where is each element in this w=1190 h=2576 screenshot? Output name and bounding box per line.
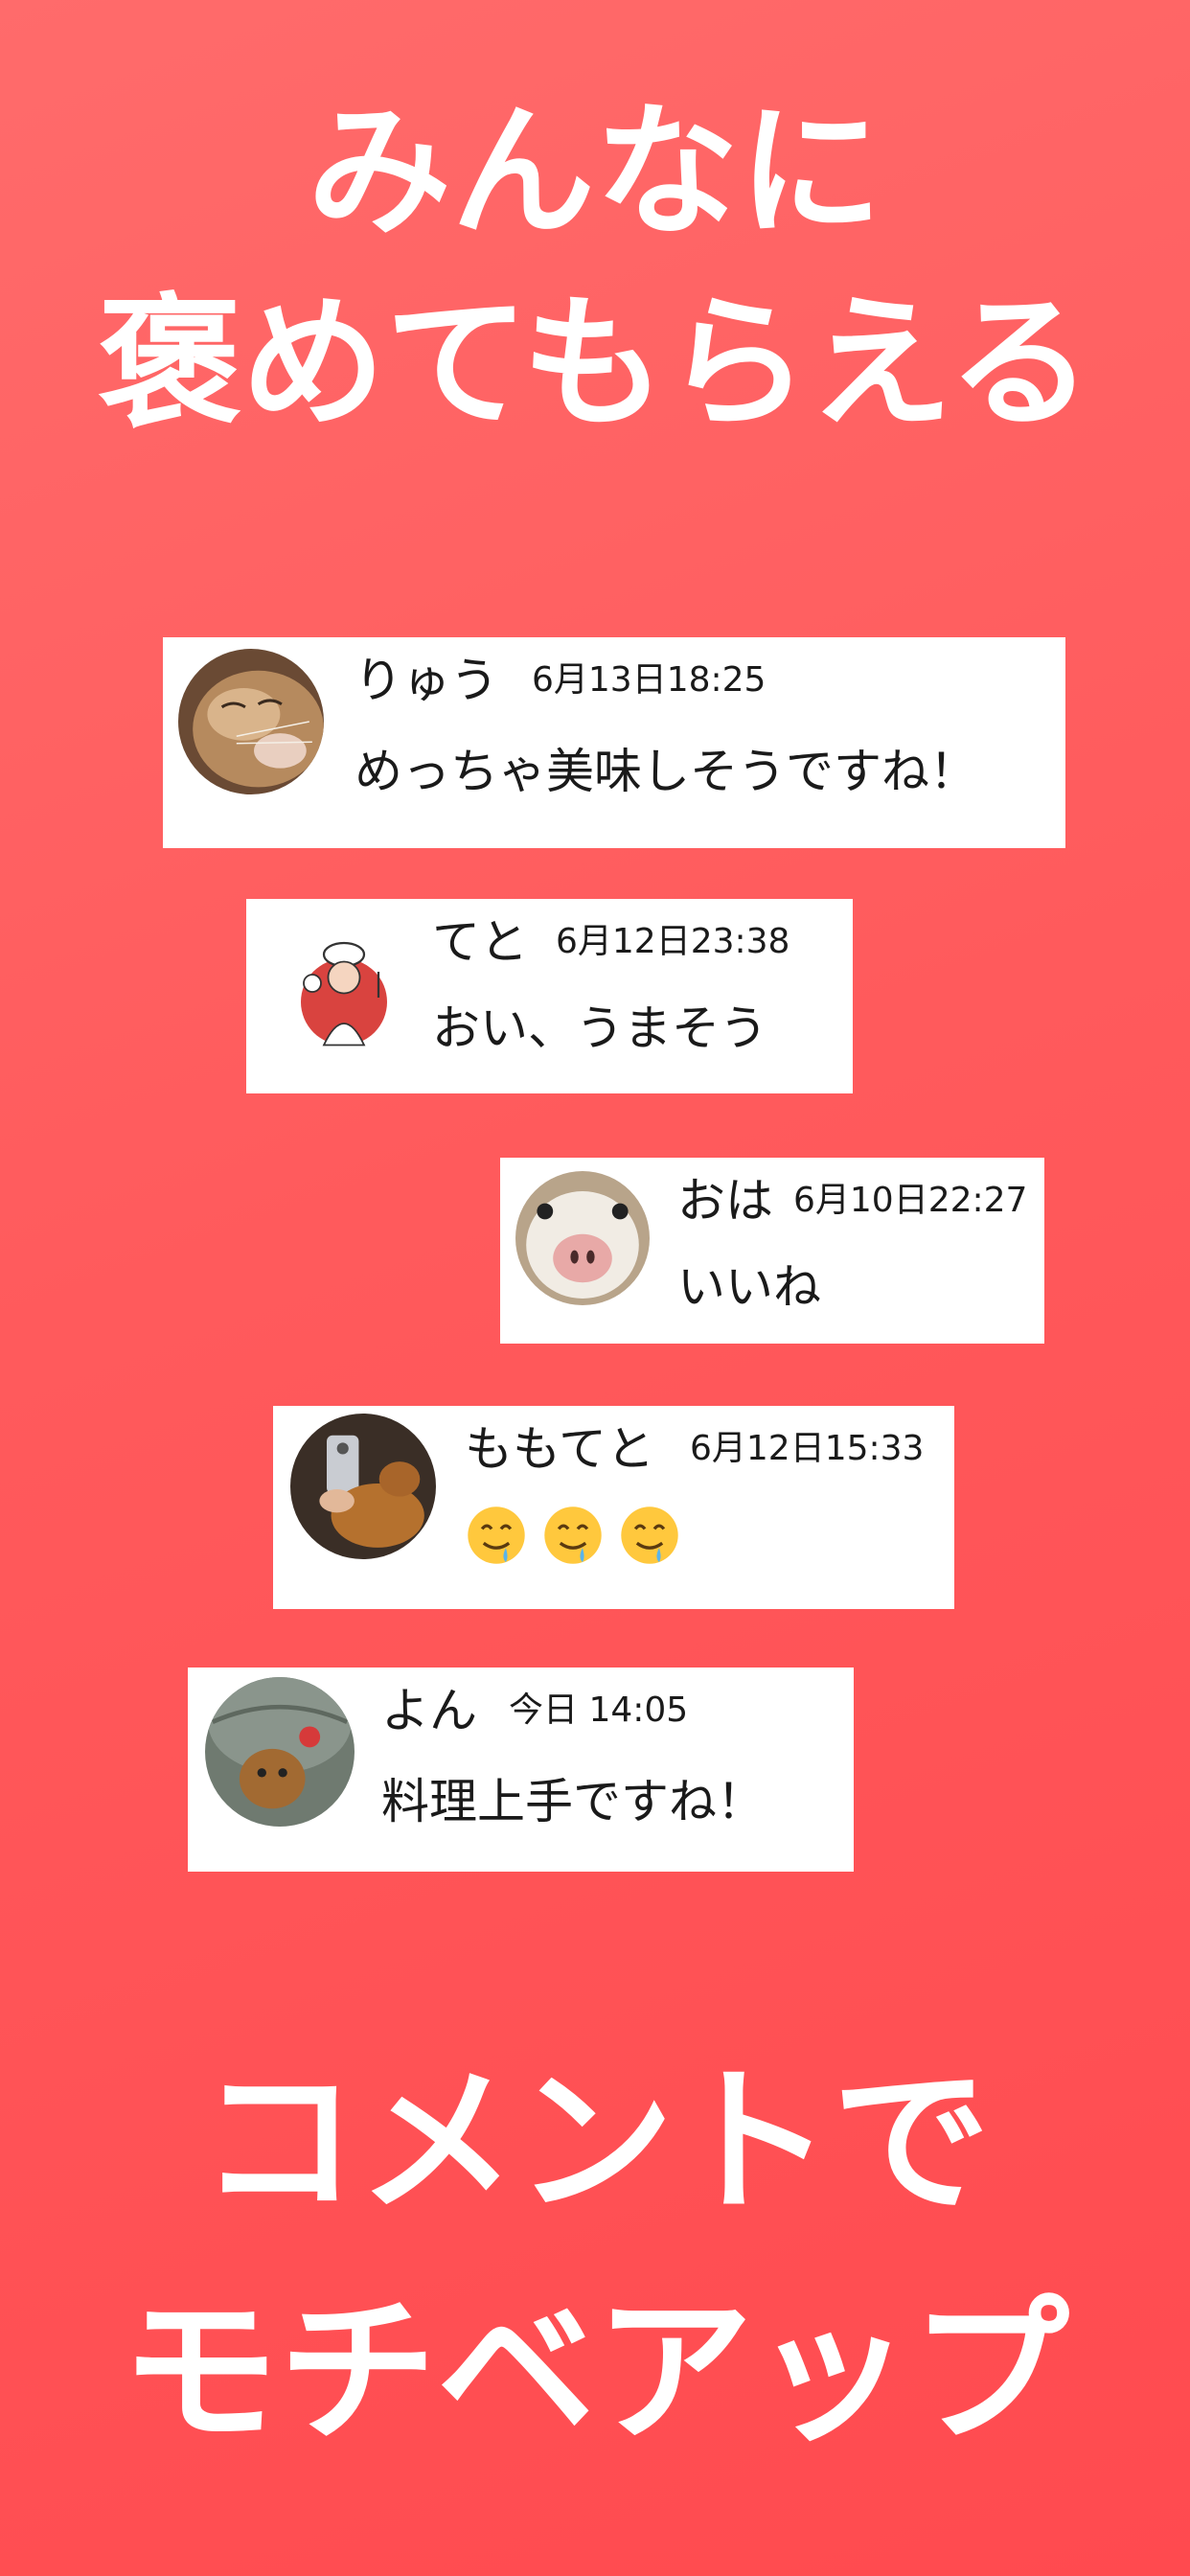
cat-in-hat-avatar[interactable] [205,1677,355,1827]
headline-bottom-line2: モチベアップ [121,2280,1069,2464]
cat-closeup-avatar[interactable] [178,649,324,794]
commenter-name: ももてと [465,1421,654,1477]
comment-text: 料理上手ですね！ [381,1774,765,1829]
comment-text: おい、うまそう [432,1000,767,1056]
headline-bottom-line1: コメントで [199,2050,991,2234]
comment-timestamp: 6月12日15:33 [690,1429,925,1468]
commenter-name: りゅう [355,653,498,708]
comment-timestamp: 6月10日22:27 [793,1181,1028,1220]
comment-text: めっちゃ美味しそうですね！ [355,744,977,799]
commenter-name: よん [381,1683,477,1738]
comment-card-2: てと 6月12日23:38 おい、うまそう [246,899,853,1093]
drooling-face-icon [544,1506,602,1564]
emoji-reaction-row [465,1504,681,1567]
drooling-face-icon [621,1506,678,1564]
headline-top-line2: 褒めてもらえる [97,281,1092,448]
comment-card-1: りゅう 6月13日18:25 めっちゃ美味しそうですね！ [163,637,1065,848]
headline-top-line1: みんなに [307,89,882,256]
comment-timestamp: 今日 14:05 [509,1690,689,1730]
comment-card-3: おは 6月10日22:27 いいね [500,1158,1044,1344]
cat-nose-avatar[interactable] [515,1171,650,1305]
commenter-name: てと [432,914,528,970]
selfie-with-cat-avatar[interactable] [290,1414,436,1559]
comment-timestamp: 6月12日23:38 [556,922,790,961]
comment-card-4: ももてと 6月12日15:33 [273,1406,954,1609]
commenter-name: おは [677,1173,773,1229]
comment-text: いいね [677,1259,821,1315]
comment-card-5: よん 今日 14:05 料理上手ですね！ [188,1668,854,1872]
drooling-face-icon [468,1506,525,1564]
chef-illustration-avatar[interactable] [272,923,416,1067]
comment-timestamp: 6月13日18:25 [532,660,767,700]
